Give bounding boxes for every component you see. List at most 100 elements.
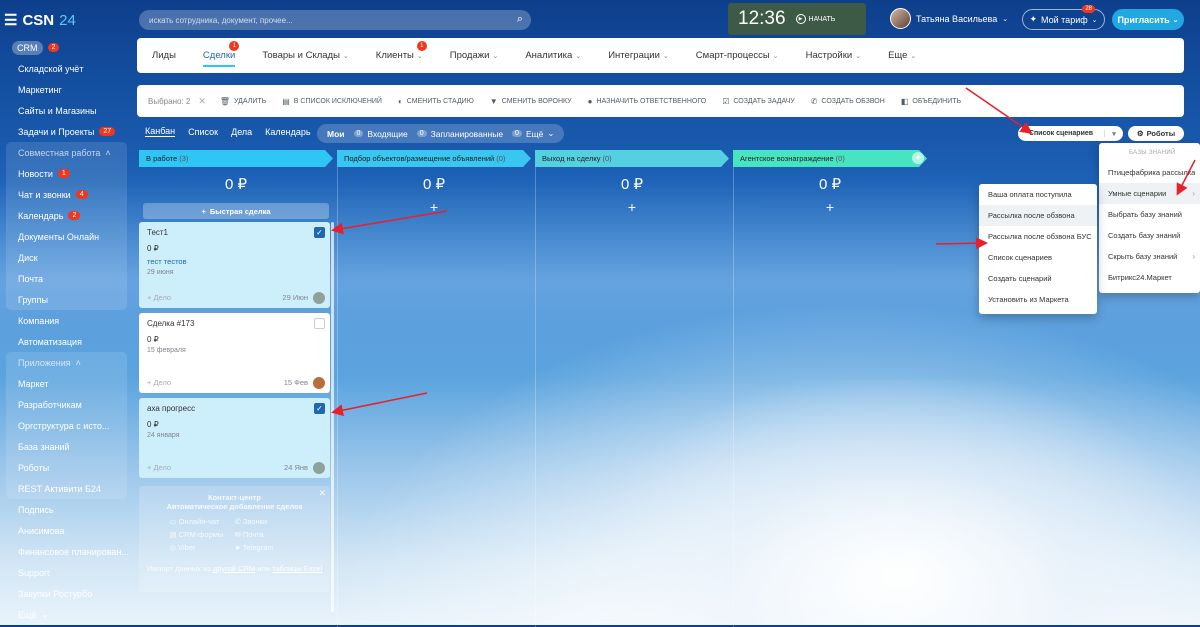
menu-item-poultry-mailing[interactable]: Птицефабрика рассылка <box>1099 162 1200 183</box>
tab-settings[interactable]: Настройки ⌄ <box>806 38 861 73</box>
filter-more[interactable]: 0 Ещё ⌄ <box>512 128 554 139</box>
create-task-button[interactable]: ☑ создать задачу <box>722 97 795 106</box>
deal-title[interactable]: Сделка #173 <box>147 319 322 328</box>
sidebar-item-developers[interactable]: Разработчикам <box>6 394 127 415</box>
sidebar-item-rest-activity[interactable]: REST Активити Б24 <box>6 478 127 499</box>
channel-calls[interactable]: ✆ Звонки <box>235 517 300 526</box>
merge-button[interactable]: ◧ объединить <box>901 97 961 106</box>
create-call-button[interactable]: ✆ создать обзвон <box>811 97 885 106</box>
sidebar-item-orgstructure[interactable]: Оргструктура с исто... <box>6 415 127 436</box>
start-day-button[interactable]: ▶ НАЧАТЬ <box>795 14 835 24</box>
deal-title[interactable]: Тест1 <box>147 228 322 237</box>
tab-deals[interactable]: Сделки 1 <box>202 38 240 73</box>
sidebar-item-finance[interactable]: Финансовое планирован... <box>0 541 133 562</box>
robots-button[interactable]: ⚙ Роботы <box>1128 126 1184 141</box>
tab-sales[interactable]: Продажи ⌄ <box>450 38 499 73</box>
submenu-item-mailing-after-call-bus[interactable]: Рассылка после обзвона БУС <box>979 226 1097 247</box>
menu-icon[interactable]: ☰ <box>4 11 17 29</box>
view-calendar[interactable]: Календарь <box>265 127 310 137</box>
add-deal-plus-icon[interactable]: + <box>733 199 927 215</box>
filter-incoming[interactable]: 0 Входящие <box>353 129 408 139</box>
channel-mail[interactable]: ✉ Почта <box>235 530 300 539</box>
deal-card[interactable]: Тест1 0 ₽ тест тестов 29 июня + Дело 29 … <box>139 222 330 308</box>
tab-products[interactable]: Товары и Склады ⌄ <box>262 38 348 73</box>
channel-crm-forms[interactable]: ▤ CRM-формы <box>170 530 235 539</box>
sidebar-item-company[interactable]: Компания <box>0 310 133 331</box>
column-header[interactable]: Подбор объектов/размещение объявлений (0) <box>337 150 531 167</box>
sidebar-item-market[interactable]: Маркет <box>6 373 127 394</box>
sidebar-item-support[interactable]: Support <box>0 562 133 583</box>
add-activity-link[interactable]: + Дело <box>147 293 171 302</box>
user-menu[interactable]: Татьяна Васильева ⌄ <box>890 8 1008 29</box>
app-logo[interactable]: ☰ CSN 24 <box>4 11 76 30</box>
sidebar-item-knowledge-base[interactable]: База знаний <box>6 436 127 457</box>
submenu-item-install-from-market[interactable]: Установить из Маркета <box>979 289 1097 310</box>
sidebar-item-robots[interactable]: Роботы <box>6 457 127 478</box>
channel-viber[interactable]: ◎ Viber <box>170 543 235 552</box>
sidebar-item-warehouse[interactable]: Складской учёт <box>0 58 133 79</box>
add-deal-plus-icon[interactable]: + <box>535 199 729 215</box>
sidebar-group-header-apps[interactable]: Приложения ˄ <box>6 352 127 373</box>
deal-client[interactable]: тест тестов <box>147 257 322 266</box>
channel-telegram[interactable]: ➤ Telegram <box>235 543 300 552</box>
deal-checkbox[interactable]: ✓ <box>314 227 325 238</box>
sidebar-item-crm[interactable]: CRM 2 <box>0 37 133 58</box>
close-icon[interactable]: ✕ <box>318 488 326 499</box>
search-input[interactable]: искать сотрудника, документ, прочее... <box>149 16 293 25</box>
column-header[interactable]: В работе (3) <box>139 150 333 167</box>
sidebar-item-disk[interactable]: Диск <box>6 247 127 268</box>
menu-item-create-knowledge-base[interactable]: Создать базу знаний <box>1099 225 1200 246</box>
sidebar-item-automation[interactable]: Автоматизация <box>0 331 133 352</box>
deal-checkbox[interactable] <box>314 318 325 329</box>
deal-card[interactable]: Сделка #173 0 ₽ 15 февраля + Дело 15 Фев <box>139 313 330 393</box>
tab-smart-processes[interactable]: Смарт-процессы ⌄ <box>696 38 779 73</box>
sidebar-item-chat[interactable]: Чат и звонки 4 <box>6 184 127 205</box>
global-search[interactable]: искать сотрудника, документ, прочее... ⌕ <box>139 10 531 30</box>
view-activities[interactable]: Дела <box>231 127 252 137</box>
column-header[interactable]: Выход на сделку (0) <box>535 150 729 167</box>
filter-mine[interactable]: Мои <box>327 129 345 139</box>
delete-button[interactable]: 🗑 удалить <box>220 97 266 106</box>
work-day-clock[interactable]: 12:36 ▶ НАЧАТЬ <box>728 3 866 35</box>
sidebar-item-sites[interactable]: Сайты и Магазины <box>0 100 133 121</box>
submenu-item-create-scenario[interactable]: Создать сценарий <box>979 268 1097 289</box>
scenarios-list-button[interactable]: Список сценариев ▾ <box>1018 126 1123 141</box>
sidebar-item-mail[interactable]: Почта <box>6 268 127 289</box>
sidebar-group-header-collaboration[interactable]: Совместная работа ˄ <box>6 142 127 163</box>
tab-clients[interactable]: Клиенты ⌄ 1 <box>376 38 427 73</box>
filter-scheduled[interactable]: 0 Запланированные <box>416 129 503 139</box>
exclude-button[interactable]: ▤ в список исключений <box>282 97 382 106</box>
column-scrollbar[interactable] <box>331 222 334 612</box>
change-funnel-button[interactable]: ▼ сменить воронку <box>490 97 572 106</box>
import-excel-link[interactable]: таблицы Excel <box>272 564 322 573</box>
view-kanban[interactable]: Канбан <box>145 126 176 137</box>
sidebar-item-marketing[interactable]: Маркетинг <box>0 79 133 100</box>
channel-online-chat[interactable]: ▭ Онлайн-чат <box>170 517 235 526</box>
menu-item-smart-scenarios[interactable]: Умные сценарии › <box>1099 183 1200 204</box>
sidebar-item-groups[interactable]: Группы <box>6 289 127 310</box>
tab-integrations[interactable]: Интеграции ⌄ <box>608 38 669 73</box>
menu-item-select-knowledge-base[interactable]: Выбрать базу знаний <box>1099 204 1200 225</box>
add-activity-link[interactable]: + Дело <box>147 378 171 387</box>
sidebar-item-anisimova[interactable]: Анисимова <box>0 520 133 541</box>
menu-item-hide-knowledge-base[interactable]: Скрыть базу знаний › <box>1099 246 1200 267</box>
submenu-item-mailing-after-call[interactable]: Рассылка после обзвона <box>979 205 1097 226</box>
sidebar-item-tasks[interactable]: Задачи и Проекты 27 <box>0 121 133 142</box>
add-column-plus-icon[interactable]: + <box>912 152 924 164</box>
import-crm-link[interactable]: другой CRM <box>213 564 255 573</box>
menu-item-bitrix-market[interactable]: Битрикс24.Маркет <box>1099 267 1200 288</box>
submenu-item-scenarios-list[interactable]: Список сценариев <box>979 247 1097 268</box>
chevron-down-icon[interactable]: ▾ <box>1105 130 1123 138</box>
sidebar-item-purchases[interactable]: Закупки Ростурбо <box>0 583 133 604</box>
tab-leads[interactable]: Лиды <box>152 38 176 73</box>
my-plan-button[interactable]: ✦ Мой тариф ⌄ 28 <box>1022 5 1105 30</box>
view-list[interactable]: Список <box>188 127 218 137</box>
sidebar-item-documents[interactable]: Документы Онлайн <box>6 226 127 247</box>
close-icon[interactable]: ✕ <box>198 96 206 107</box>
sidebar-item-calendar[interactable]: Календарь 2 <box>6 205 127 226</box>
deal-checkbox[interactable]: ✓ <box>314 403 325 414</box>
add-activity-link[interactable]: + Дело <box>147 463 171 472</box>
add-deal-plus-icon[interactable]: + <box>337 199 531 215</box>
submenu-item-payment-received[interactable]: Ваша оплата поступила <box>979 184 1097 205</box>
sidebar-item-signature[interactable]: Подпись <box>0 499 133 520</box>
